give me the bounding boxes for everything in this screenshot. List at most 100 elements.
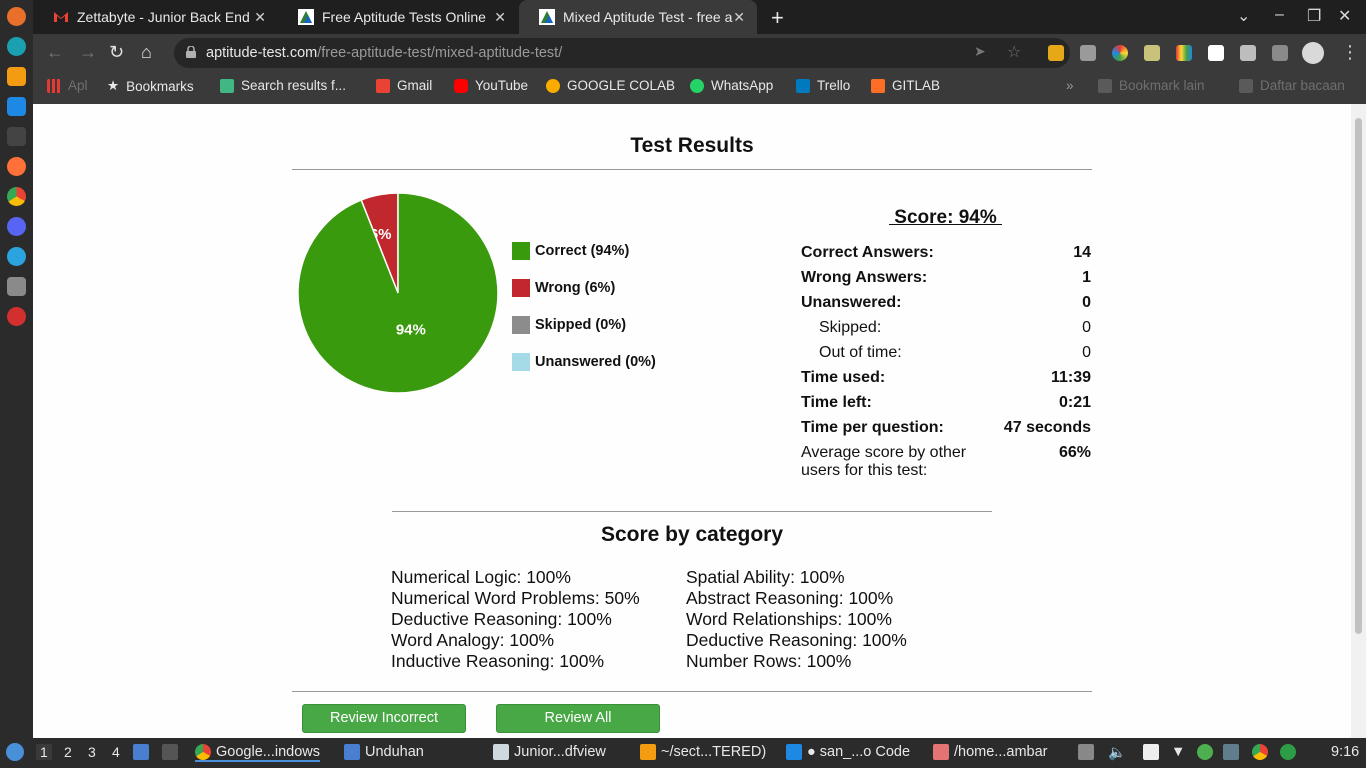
close-tab-icon[interactable]: ✕ <box>733 9 745 26</box>
terminal-icon <box>162 744 178 760</box>
category-item: Numerical Logic: 100% <box>391 567 571 587</box>
bookmark-label: Bookmarks <box>126 78 194 94</box>
share-icon[interactable]: ➤ <box>974 43 986 60</box>
terminal-icon[interactable] <box>7 127 26 146</box>
bookmark-star-icon[interactable]: ☆ <box>1007 42 1021 62</box>
terminal-launcher-icon[interactable] <box>162 744 183 760</box>
close-tab-icon[interactable]: ✕ <box>254 9 266 26</box>
arduino-icon[interactable] <box>7 37 26 56</box>
palette-icon[interactable] <box>1176 45 1192 61</box>
review-incorrect-button[interactable]: Review Incorrect <box>302 704 466 733</box>
taskbar-item-vscode[interactable]: ● san_...o Code <box>786 744 910 760</box>
network-icon <box>1197 744 1213 760</box>
bookmark-trello[interactable]: Trello <box>796 78 850 93</box>
forward-icon[interactable]: → <box>79 42 97 63</box>
reload-icon[interactable]: ↻ <box>109 42 124 63</box>
pencil-app-icon[interactable] <box>7 7 26 26</box>
stat-label: Correct Answers: <box>801 244 934 261</box>
camera-icon[interactable] <box>1080 45 1096 61</box>
update-icon <box>1223 744 1239 760</box>
workspace-3[interactable]: 3 <box>88 744 96 760</box>
bookmarks-folder[interactable]: ★ Bookmarks <box>107 78 194 94</box>
page-scrollbar[interactable] <box>1351 104 1366 738</box>
notification-badge-icon <box>1280 744 1296 760</box>
image-extension-icon[interactable] <box>1144 45 1160 61</box>
tray-update-icon[interactable] <box>1223 744 1244 760</box>
review-all-button[interactable]: Review All <box>496 704 660 733</box>
tab-zettabyte[interactable]: Zettabyte - Junior Back End ✕ <box>33 0 278 34</box>
start-menu-icon[interactable] <box>6 743 29 761</box>
overflow-chevron-icon: » <box>1066 78 1074 93</box>
sublime-text-icon <box>640 744 656 760</box>
bookmark-youtube[interactable]: YouTube <box>454 78 528 93</box>
bookmark-whatsapp[interactable]: WhatsApp <box>690 78 773 93</box>
tab-mixed-aptitude[interactable]: Mixed Aptitude Test - free a ✕ <box>519 0 757 34</box>
other-bookmarks-folder[interactable]: Bookmark lain <box>1098 78 1205 93</box>
colab-icon <box>546 78 560 93</box>
files-icon[interactable] <box>7 277 26 296</box>
tab-search-icon[interactable]: ⌄ <box>1237 6 1250 26</box>
color-picker-icon[interactable] <box>1112 45 1128 61</box>
bookmark-gitlab[interactable]: GITLAB <box>871 78 940 93</box>
taskbar-item-unduhan[interactable]: Unduhan <box>344 744 424 760</box>
category-list-left: Numerical Logic: 100% Numerical Word Pro… <box>391 567 640 672</box>
tray-clipboard-icon[interactable] <box>1078 744 1099 760</box>
bookmark-label: GITLAB <box>892 78 941 93</box>
bookmark-google-colab[interactable]: GOOGLE COLAB <box>546 78 675 93</box>
legend-correct: Correct (94%) <box>512 242 629 260</box>
media-control-icon[interactable] <box>1272 45 1288 61</box>
url-host: aptitude-test.com <box>206 45 318 61</box>
tray-notification-icon[interactable] <box>1280 744 1301 760</box>
folder-icon <box>344 744 360 760</box>
chrome-icon[interactable] <box>7 187 26 206</box>
bookmark-gmail[interactable]: Gmail <box>376 78 432 93</box>
workspace-4[interactable]: 4 <box>112 744 120 760</box>
extension-icon[interactable] <box>1048 45 1064 61</box>
system-taskbar: 1 2 3 4 Google...indows Unduhan Junior..… <box>0 738 1366 768</box>
close-window-icon[interactable]: ✕ <box>1338 6 1351 26</box>
new-tab-icon[interactable]: + <box>771 5 784 31</box>
stat-label: Out of time: <box>819 344 902 361</box>
workspace-1[interactable]: 1 <box>36 744 52 760</box>
taskbar-item-pdfview[interactable]: Junior...dfview <box>493 744 606 760</box>
menu-kebab-icon[interactable]: ⋮ <box>1341 42 1359 63</box>
bookmarks-overflow[interactable]: » <box>1066 78 1074 93</box>
tray-chrome-icon[interactable] <box>1252 744 1273 760</box>
tray-network-icon[interactable] <box>1197 744 1218 760</box>
scrollbar-thumb[interactable] <box>1355 118 1362 634</box>
show-desktop-icon[interactable] <box>133 744 154 760</box>
vscode-icon[interactable] <box>7 97 26 116</box>
tab-free-aptitude[interactable]: Free Aptitude Tests Online ✕ <box>278 0 518 34</box>
gitlab-icon <box>871 78 885 93</box>
reading-list[interactable]: Daftar bacaan <box>1239 78 1345 93</box>
category-item: Number Rows: 100% <box>686 651 852 671</box>
power-icon[interactable] <box>7 307 26 326</box>
discord-icon[interactable] <box>7 217 26 236</box>
bookmark-label: Trello <box>817 78 851 93</box>
bookmark-search-results[interactable]: Search results f... <box>220 78 346 93</box>
firefox-icon[interactable] <box>7 157 26 176</box>
maximize-icon[interactable]: ❐ <box>1307 6 1321 26</box>
workspace-2[interactable]: 2 <box>64 744 72 760</box>
taskbar-item-sublime[interactable]: ~/sect...TERED) <box>640 744 766 760</box>
back-icon[interactable]: ← <box>46 42 64 63</box>
cb-extension-icon[interactable] <box>1208 45 1224 61</box>
legend-unanswered: Unanswered (0%) <box>512 353 656 371</box>
close-tab-icon[interactable]: ✕ <box>494 9 506 26</box>
sublime-text-icon[interactable] <box>7 67 26 86</box>
taskbar-item-image-viewer[interactable]: /home...ambar <box>933 744 1048 760</box>
puzzle-extensions-icon[interactable] <box>1240 45 1256 61</box>
profile-avatar[interactable] <box>1302 42 1324 64</box>
home-icon[interactable]: ⌂ <box>141 42 152 63</box>
address-bar[interactable]: aptitude-test.com/free-aptitude-test/mix… <box>174 38 1070 68</box>
tray-notes-icon[interactable] <box>1143 744 1164 760</box>
taskbar-item-chrome[interactable]: Google...indows <box>195 744 320 762</box>
telegram-icon[interactable] <box>7 247 26 266</box>
bookmarks-bar: Apl ★ Bookmarks Search results f... Gmail… <box>33 72 1366 104</box>
tray-volume-icon[interactable]: 🔈 <box>1108 744 1126 761</box>
apps-bookmark[interactable]: Apl <box>47 78 88 93</box>
url-path: /free-aptitude-test/mixed-aptitude-test/ <box>317 45 563 61</box>
tray-wifi-icon[interactable]: ▼ <box>1171 744 1185 760</box>
chrome-icon <box>1252 744 1268 760</box>
minimize-icon[interactable]: – <box>1275 6 1284 24</box>
